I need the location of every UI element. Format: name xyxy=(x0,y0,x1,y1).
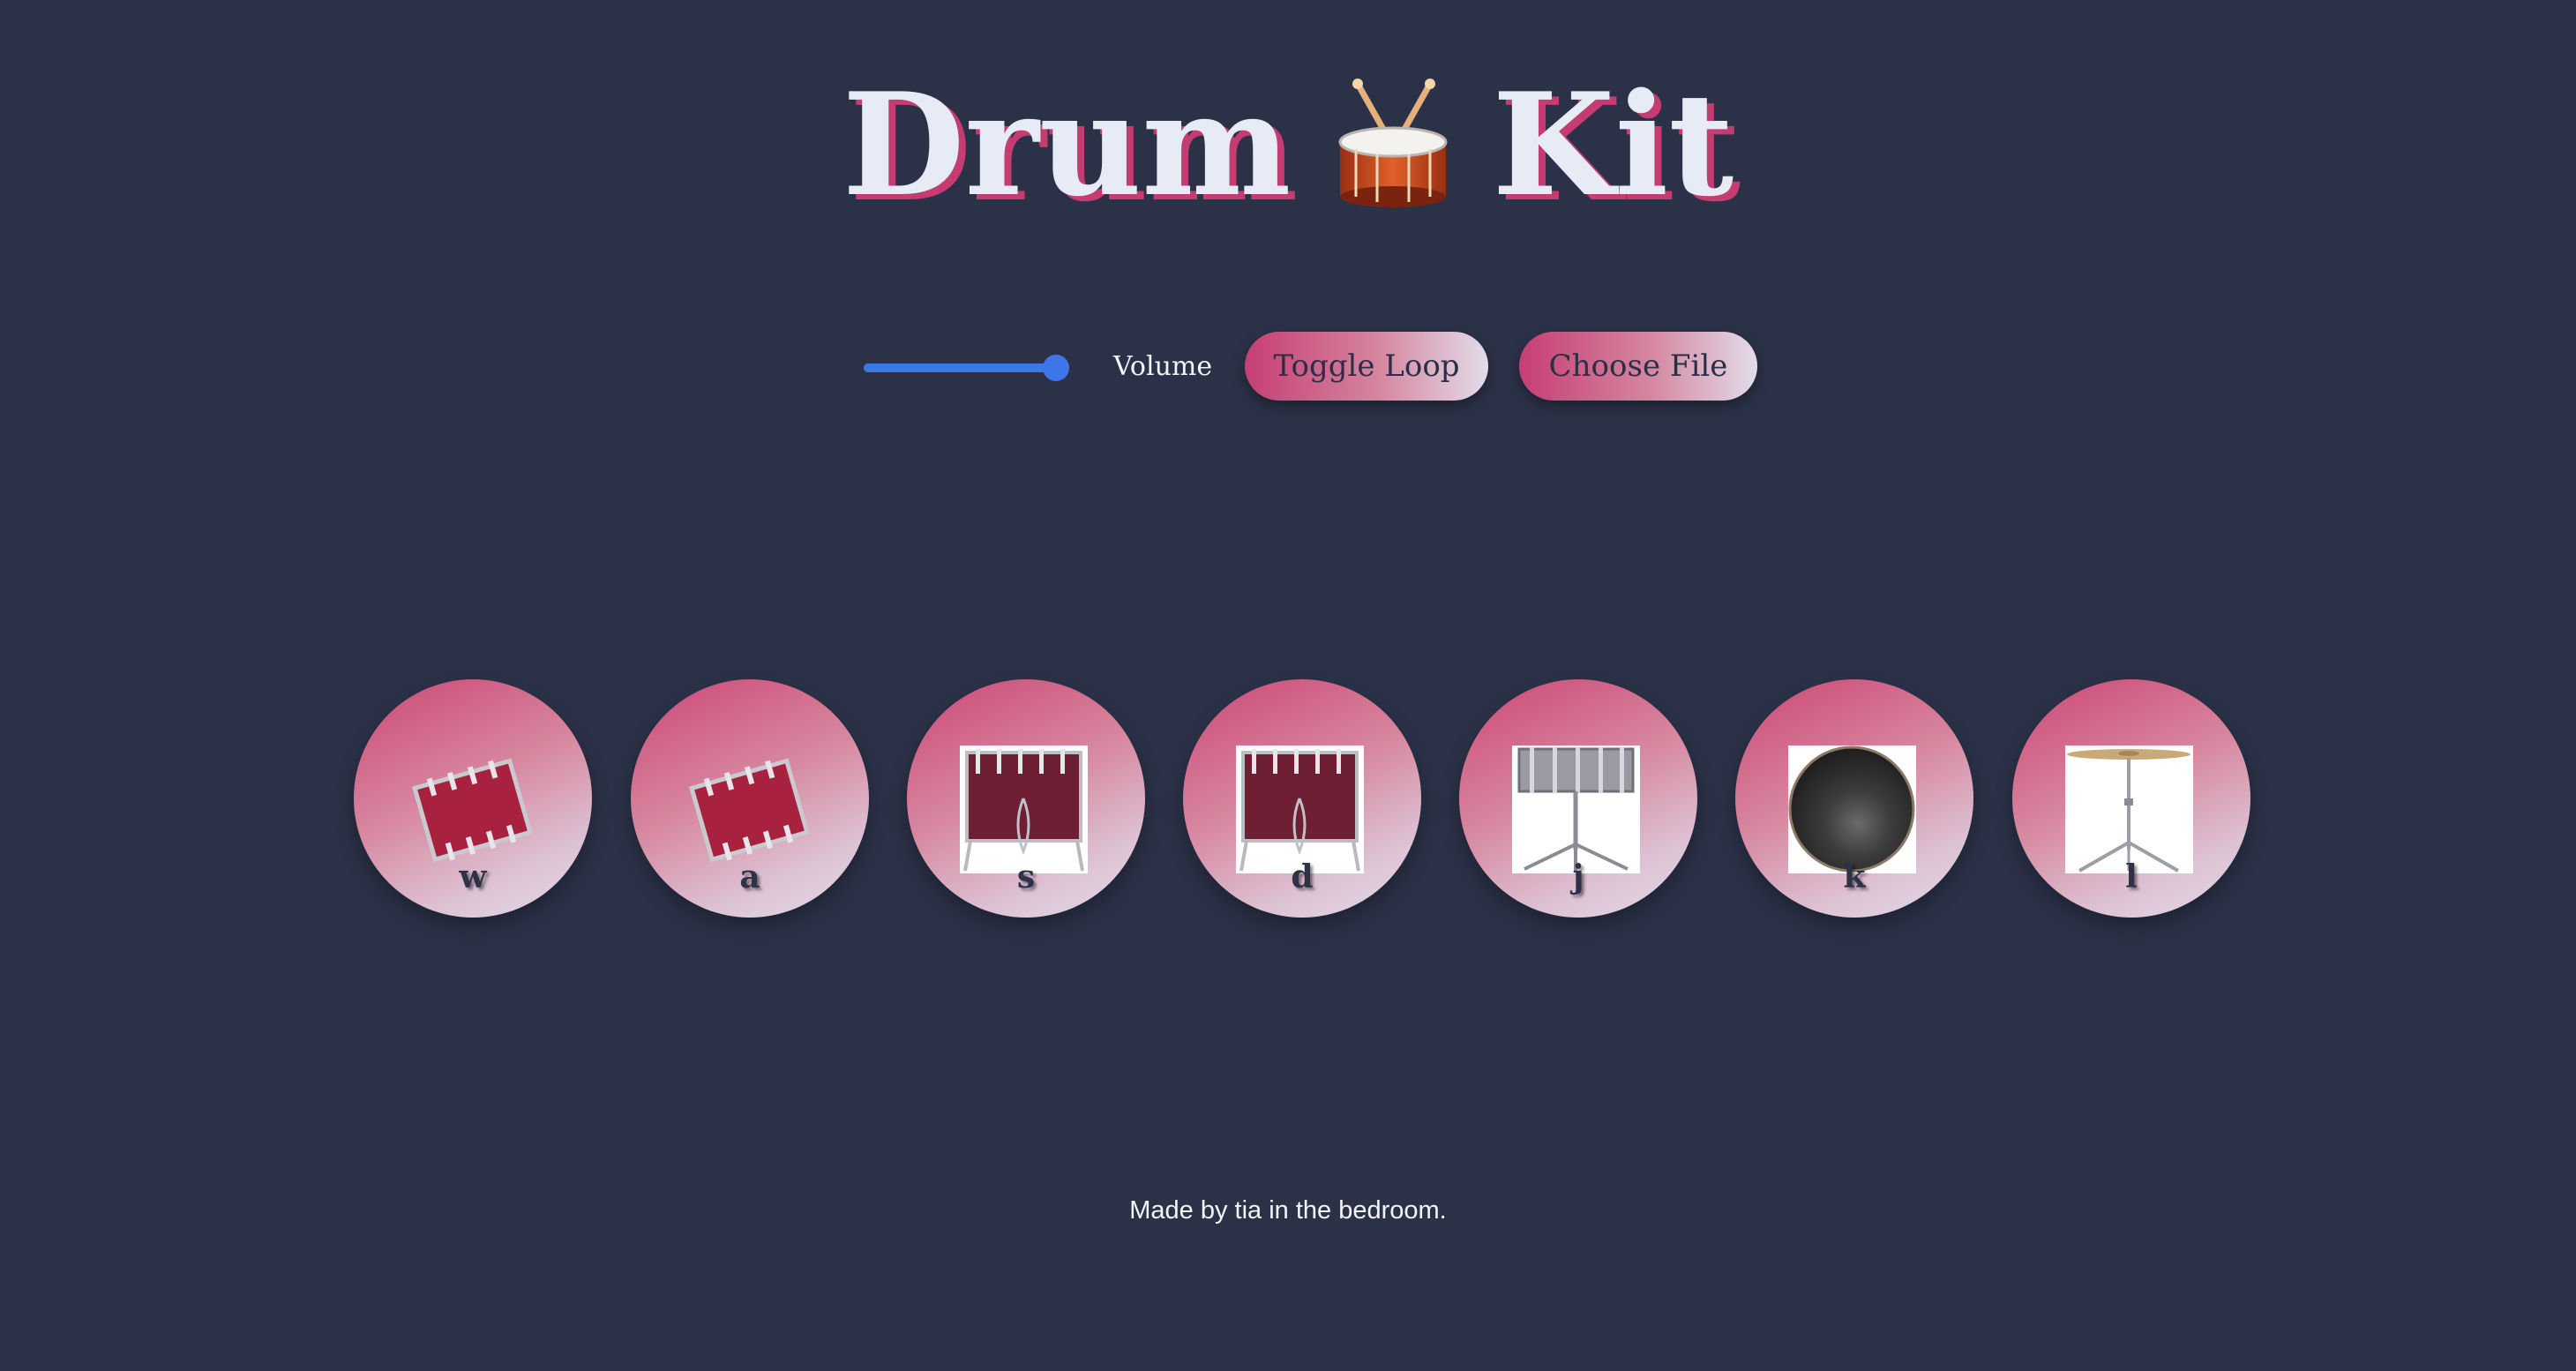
pad-key-label: s xyxy=(1016,858,1036,895)
page-title: Drum Kit xyxy=(0,74,2576,215)
tom-drum-icon xyxy=(688,758,810,863)
volume-slider[interactable] xyxy=(864,355,1069,381)
floor-tom-icon xyxy=(1236,745,1364,873)
pad-key-label: l xyxy=(2125,858,2138,895)
cymbal-icon xyxy=(2065,745,2193,873)
drum-pad-d[interactable]: d xyxy=(1183,679,1421,918)
drum-pad-l[interactable]: l xyxy=(2012,679,2250,918)
pad-key-label: d xyxy=(1291,858,1314,895)
pad-key-label: j xyxy=(1572,858,1584,895)
drum-pads: w a s d j k l xyxy=(0,679,2576,918)
volume-slider-fill xyxy=(864,363,1056,372)
toggle-loop-button[interactable]: Toggle Loop xyxy=(1245,332,1488,401)
bass-drum-icon xyxy=(1788,745,1916,873)
drum-pad-w[interactable]: w xyxy=(354,679,592,918)
snare-drum-icon xyxy=(1512,745,1640,873)
pad-key-label: k xyxy=(1843,858,1866,895)
controls-bar: Volume Toggle Loop Choose File xyxy=(0,332,2576,402)
drum-pad-k[interactable]: k xyxy=(1735,679,1973,918)
drum-with-sticks-icon xyxy=(1338,79,1448,207)
pad-key-label: a xyxy=(739,858,760,895)
choose-file-button[interactable]: Choose File xyxy=(1519,332,1757,401)
volume-slider-thumb[interactable] xyxy=(1043,355,1069,381)
floor-tom-icon xyxy=(960,745,1088,873)
drum-pad-j[interactable]: j xyxy=(1459,679,1697,918)
drum-pad-s[interactable]: s xyxy=(907,679,1145,918)
drum-pad-a[interactable]: a xyxy=(631,679,869,918)
tom-drum-icon xyxy=(411,758,533,863)
footer-credit: Made by tia in the bedroom. xyxy=(1129,1196,1447,1225)
title-word-drum: Drum xyxy=(842,62,1292,228)
pad-key-label: w xyxy=(459,858,487,895)
volume-label: Volume xyxy=(1113,351,1213,382)
title-word-kit: Kit xyxy=(1492,62,1734,228)
